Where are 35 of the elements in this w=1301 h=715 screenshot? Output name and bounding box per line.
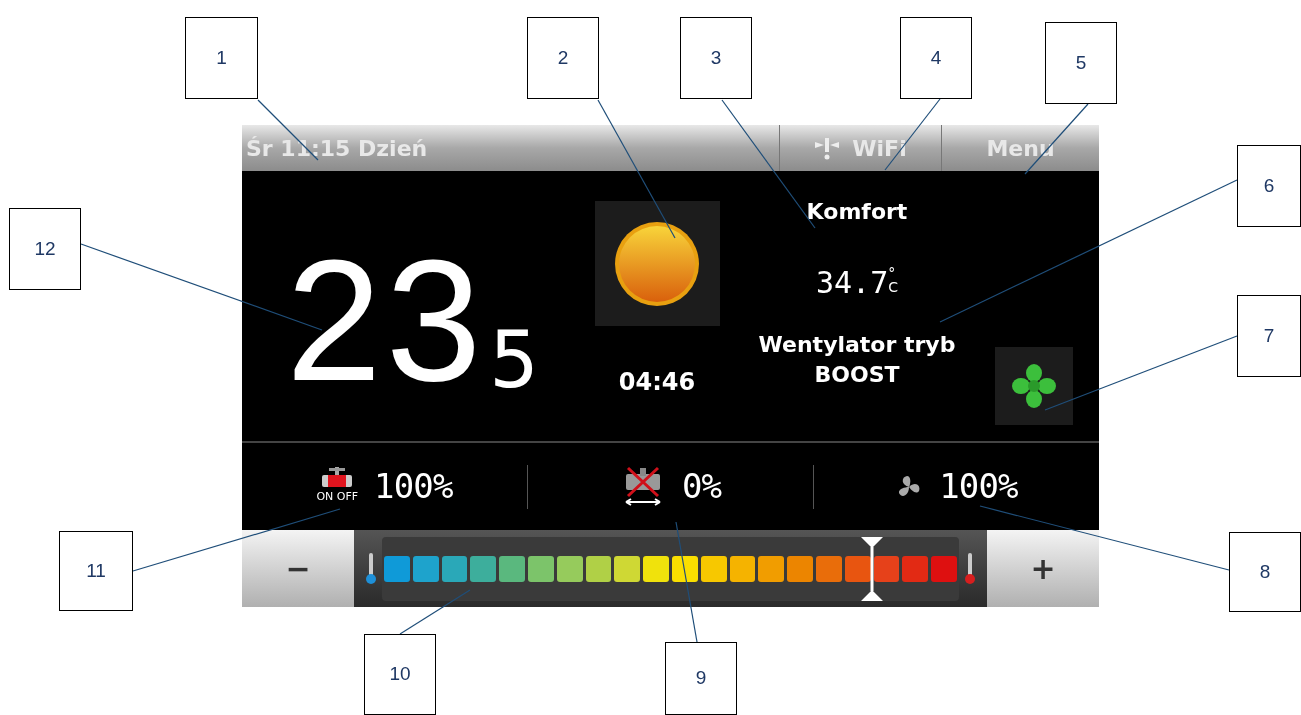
callout-number: 9	[665, 642, 737, 715]
callout-number: 10	[364, 634, 436, 715]
callout-number: 5	[1045, 22, 1117, 104]
callout-number: 7	[1237, 295, 1301, 377]
percent-reading: 100%	[939, 465, 1018, 508]
outdoor-temperature: 34.7	[816, 266, 889, 300]
hot-thermometer-icon	[965, 552, 975, 585]
temperature-decimal: 5	[489, 325, 539, 395]
fan-mode-label: Wentylator tryb	[758, 331, 956, 359]
callout-number: 2	[527, 17, 599, 99]
wifi-icon	[814, 136, 841, 160]
degree-sign: °	[888, 266, 897, 280]
valve-icon	[320, 467, 355, 490]
callout-number: 3	[680, 17, 752, 99]
minus-button[interactable]: −	[242, 530, 354, 607]
callout-number: 8	[1229, 532, 1301, 612]
on-off-label: ON OFF	[316, 489, 359, 506]
callout-number: 6	[1237, 145, 1301, 227]
percent-reading: 0%	[681, 465, 722, 508]
sun-icon	[614, 220, 700, 307]
fan-icon	[1011, 363, 1057, 409]
mode-label: Komfort	[806, 198, 908, 226]
room-temperature: 23	[286, 245, 486, 395]
callout-number: 12	[9, 208, 81, 290]
timer-label: 04:46	[618, 367, 696, 398]
callout-number: 4	[900, 17, 972, 99]
callout-number: 11	[59, 531, 133, 611]
callout-number: 1	[185, 17, 258, 99]
fan-mode-label: BOOST	[814, 361, 900, 389]
cold-thermometer-icon	[366, 552, 376, 585]
plus-button[interactable]: +	[987, 530, 1099, 607]
leader-line	[399, 589, 471, 635]
percent-reading: 100%	[374, 465, 453, 508]
slider-thumb[interactable]	[861, 536, 884, 601]
celsius-unit: C	[888, 280, 898, 294]
